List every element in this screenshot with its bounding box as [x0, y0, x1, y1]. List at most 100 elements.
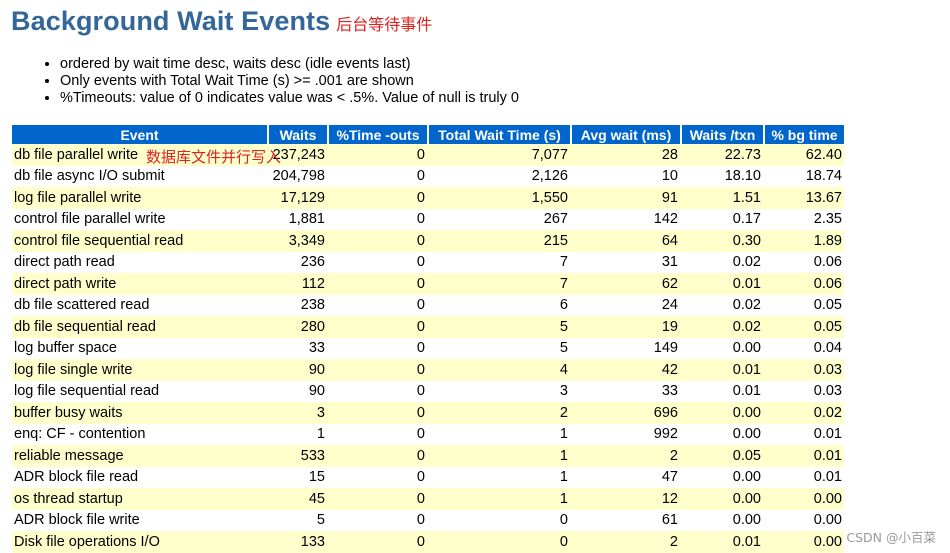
cell-event: db file scattered read: [12, 294, 269, 316]
cell-waits-per-txn: 1.51: [682, 187, 765, 209]
table-row: direct path read 236 0 7 31 0.02 0.06: [12, 251, 844, 273]
column-header-event: Event: [12, 125, 269, 144]
cell-bg-time: 0.06: [765, 273, 844, 295]
cell-bg-time: 0.02: [765, 402, 844, 424]
cell-event: ADR block file write: [12, 509, 269, 531]
cell-event: log file parallel write: [12, 187, 269, 209]
cell-timeouts: 0: [329, 466, 429, 488]
cell-total-wait-time: 1: [429, 445, 572, 467]
cell-total-wait-time: 7,077: [429, 144, 572, 166]
cell-waits-per-txn: 22.73: [682, 144, 765, 166]
table-row: os thread startup 45 0 1 12 0.00 0.00: [12, 488, 844, 510]
cell-avg-wait: 91: [572, 187, 682, 209]
column-header-bg-time: % bg time: [765, 125, 844, 144]
column-header-timeouts: %Time -outs: [329, 125, 429, 144]
cell-event: log buffer space: [12, 337, 269, 359]
cell-timeouts: 0: [329, 445, 429, 467]
table-row: reliable message 533 0 1 2 0.05 0.01: [12, 445, 844, 467]
cell-waits: 533: [269, 445, 329, 467]
cell-avg-wait: 2: [572, 531, 682, 553]
cell-avg-wait: 696: [572, 402, 682, 424]
notes-list: ordered by wait time desc, waits desc (i…: [12, 56, 760, 107]
cell-total-wait-time: 5: [429, 316, 572, 338]
cell-waits-per-txn: 0.00: [682, 423, 765, 445]
cell-event: control file parallel write: [12, 208, 269, 230]
table-row: log file parallel write 17,129 0 1,550 9…: [12, 187, 844, 209]
cell-timeouts: 0: [329, 402, 429, 424]
cell-waits: 90: [269, 380, 329, 402]
table-row: log file sequential read 90 0 3 33 0.01 …: [12, 380, 844, 402]
column-header-waits: Waits: [269, 125, 329, 144]
cell-total-wait-time: 4: [429, 359, 572, 381]
cell-event: direct path write: [12, 273, 269, 295]
cell-waits: 3: [269, 402, 329, 424]
cell-bg-time: 0.05: [765, 316, 844, 338]
cell-avg-wait: 31: [572, 251, 682, 273]
note-item: Only events with Total Wait Time (s) >= …: [60, 73, 760, 90]
cell-total-wait-time: 1: [429, 488, 572, 510]
row-annotation: 数据库文件并行写入: [146, 148, 282, 166]
cell-avg-wait: 149: [572, 337, 682, 359]
cell-bg-time: 0.05: [765, 294, 844, 316]
note-item: %Timeouts: value of 0 indicates value wa…: [60, 90, 760, 107]
cell-event: db file sequential read: [12, 316, 269, 338]
cell-waits-per-txn: 0.00: [682, 466, 765, 488]
cell-waits: 5: [269, 509, 329, 531]
column-header-total-wait-time: Total Wait Time (s): [429, 125, 572, 144]
cell-total-wait-time: 1: [429, 466, 572, 488]
cell-waits-per-txn: 0.00: [682, 488, 765, 510]
cell-waits: 90: [269, 359, 329, 381]
cell-avg-wait: 62: [572, 273, 682, 295]
cell-waits-per-txn: 18.10: [682, 165, 765, 187]
cell-waits: 33: [269, 337, 329, 359]
table-row: ADR block file write 5 0 0 61 0.00 0.00: [12, 509, 844, 531]
cell-timeouts: 0: [329, 531, 429, 553]
table-row: log buffer space 33 0 5 149 0.00 0.04: [12, 337, 844, 359]
cell-avg-wait: 142: [572, 208, 682, 230]
cell-waits-per-txn: 0.17: [682, 208, 765, 230]
page-title: Background Wait Events: [11, 6, 331, 36]
table-row: log file single write 90 0 4 42 0.01 0.0…: [12, 359, 844, 381]
cell-waits-per-txn: 0.01: [682, 359, 765, 381]
cell-total-wait-time: 215: [429, 230, 572, 252]
cell-waits: 3,349: [269, 230, 329, 252]
cell-total-wait-time: 2,126: [429, 165, 572, 187]
table-row: db file sequential read 280 0 5 19 0.02 …: [12, 316, 844, 338]
cell-total-wait-time: 5: [429, 337, 572, 359]
cell-event: log file single write: [12, 359, 269, 381]
cell-waits: 133: [269, 531, 329, 553]
cell-waits-per-txn: 0.00: [682, 402, 765, 424]
cell-avg-wait: 992: [572, 423, 682, 445]
table-row: control file sequential read 3,349 0 215…: [12, 230, 844, 252]
cell-timeouts: 0: [329, 509, 429, 531]
cell-avg-wait: 12: [572, 488, 682, 510]
cell-waits: 112: [269, 273, 329, 295]
cell-avg-wait: 28: [572, 144, 682, 166]
table-row: control file parallel write 1,881 0 267 …: [12, 208, 844, 230]
cell-avg-wait: 33: [572, 380, 682, 402]
cell-waits-per-txn: 0.02: [682, 251, 765, 273]
cell-event: db file async I/O submit: [12, 165, 269, 187]
cell-total-wait-time: 6: [429, 294, 572, 316]
cell-bg-time: 0.03: [765, 359, 844, 381]
cell-waits: 1,881: [269, 208, 329, 230]
cell-timeouts: 0: [329, 294, 429, 316]
cell-bg-time: 0.03: [765, 380, 844, 402]
column-header-avg-wait: Avg wait (ms): [572, 125, 682, 144]
page-header: Background Wait Events 后台等待事件: [11, 6, 432, 40]
cell-timeouts: 0: [329, 488, 429, 510]
cell-event: buffer busy waits: [12, 402, 269, 424]
cell-waits-per-txn: 0.05: [682, 445, 765, 467]
cell-bg-time: 13.67: [765, 187, 844, 209]
table-row: ADR block file read 15 0 1 47 0.00 0.01: [12, 466, 844, 488]
cell-waits: 238: [269, 294, 329, 316]
cell-avg-wait: 2: [572, 445, 682, 467]
cell-avg-wait: 10: [572, 165, 682, 187]
cell-bg-time: 0.01: [765, 466, 844, 488]
cell-waits-per-txn: 0.30: [682, 230, 765, 252]
cell-timeouts: 0: [329, 165, 429, 187]
cell-event: control file sequential read: [12, 230, 269, 252]
table-row: db file scattered read 238 0 6 24 0.02 0…: [12, 294, 844, 316]
cell-avg-wait: 42: [572, 359, 682, 381]
cell-waits: 236: [269, 251, 329, 273]
